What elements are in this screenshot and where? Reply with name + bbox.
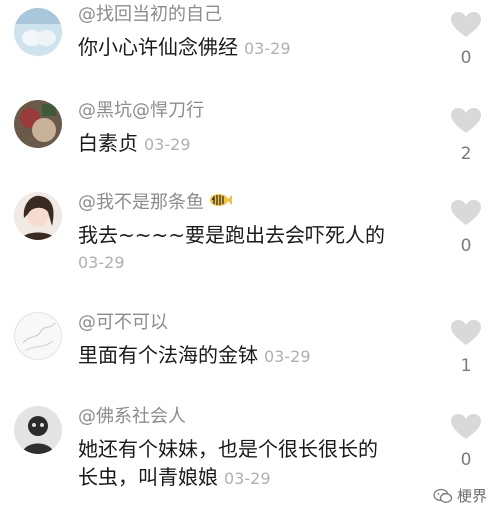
comment-text: 我去~~~~要是跑出去会吓死人的: [78, 222, 385, 248]
comment-username[interactable]: @我不是那条鱼: [78, 192, 232, 214]
heart-icon: [451, 200, 481, 225]
like-button[interactable]: 0: [448, 12, 484, 68]
like-button[interactable]: 0: [448, 200, 484, 256]
heart-icon: [451, 414, 481, 439]
comment-text-line: 长虫，叫青娘娘: [78, 465, 218, 489]
wechat-icon: [433, 488, 453, 503]
comment-text: 里面有个法海的金钵 03-29: [78, 342, 311, 370]
avatar[interactable]: [14, 192, 62, 240]
comment-text: 长虫，叫青娘娘 03-29: [78, 464, 271, 492]
watermark: 梗界: [433, 485, 487, 506]
comment-date: 03-29: [144, 135, 191, 154]
fish-icon: [208, 192, 232, 214]
comment-date: 03-29: [224, 469, 271, 488]
comment-text-line: 她还有个妹妹，也是个很长很长的: [78, 437, 378, 461]
avatar[interactable]: [14, 100, 62, 148]
comment-list: @找回当初的自己 你小心许仙念佛经 03-29 0 @黑坑@悍刀行 白素贞 03-2…: [0, 0, 495, 514]
heart-icon: [451, 320, 481, 345]
like-button[interactable]: 1: [448, 320, 484, 376]
comment-username[interactable]: @黑坑@悍刀行: [78, 100, 204, 122]
comment-username[interactable]: @佛系社会人: [78, 406, 186, 428]
avatar[interactable]: [14, 406, 62, 454]
comment-text: 你小心许仙念佛经 03-29: [78, 34, 291, 62]
avatar[interactable]: [14, 312, 62, 360]
comment-username-text: @我不是那条鱼: [78, 192, 204, 213]
comment-username[interactable]: @找回当初的自己: [78, 4, 222, 26]
like-count: 0: [460, 450, 472, 470]
comment-text-line: 白素贞: [78, 131, 138, 155]
comment-text-line: 里面有个法海的金钵: [78, 343, 258, 367]
like-count: 0: [460, 236, 472, 256]
like-count: 0: [460, 48, 472, 68]
watermark-text: 梗界: [456, 487, 487, 505]
comment-date: 03-29: [78, 253, 125, 272]
comment-date: 03-29: [264, 347, 311, 366]
comment-text-line: 你小心许仙念佛经: [78, 35, 238, 59]
like-button[interactable]: 0: [448, 414, 484, 470]
comment-text-line: 我去~~~~要是跑出去会吓死人的: [78, 223, 386, 247]
heart-icon: [451, 12, 481, 37]
heart-icon: [451, 108, 481, 133]
like-button[interactable]: 2: [448, 108, 484, 164]
comment-username[interactable]: @可不可以: [78, 312, 168, 334]
comment-date: 03-29: [244, 39, 291, 58]
comment-text: 白素贞 03-29: [78, 130, 191, 158]
avatar[interactable]: [14, 8, 62, 56]
like-count: 1: [460, 356, 472, 376]
like-count: 2: [460, 144, 472, 164]
